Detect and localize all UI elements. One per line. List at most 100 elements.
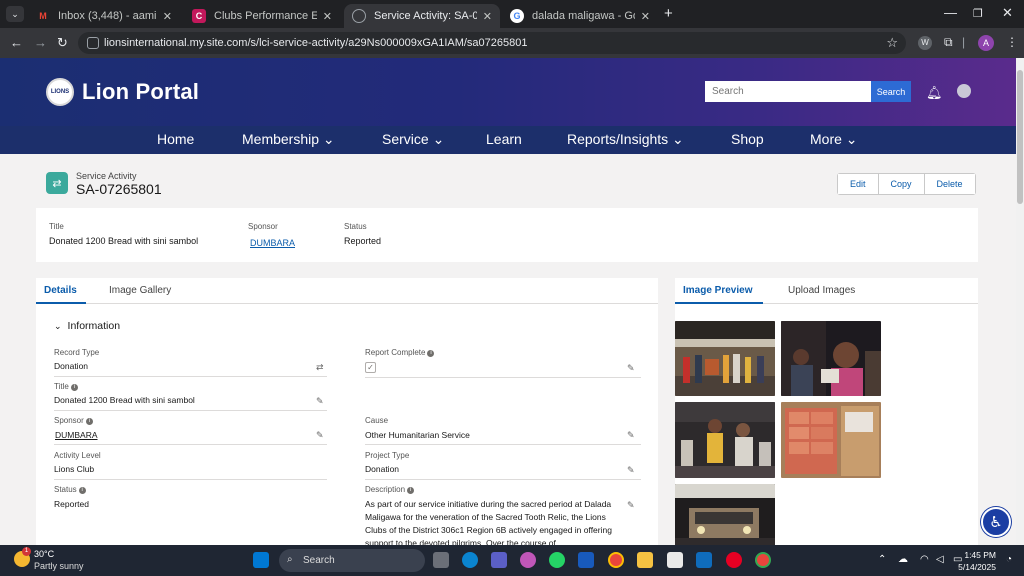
lion-portal-logo[interactable]: LIONS Lion Portal — [46, 78, 199, 106]
file-explorer-icon[interactable] — [637, 552, 653, 568]
bookmark-star-icon[interactable]: ☆ — [886, 35, 898, 51]
image-preview-card: Image Preview Upload Images — [675, 278, 978, 548]
tab-gmail[interactable]: M Inbox (3,448) - aamina.fazeel09 ✕ — [28, 4, 180, 28]
system-clock[interactable]: 1:45 PM 5/14/2025 — [936, 549, 996, 573]
tab-search-button[interactable]: ⌄ — [6, 6, 24, 22]
tab-clubs-performance[interactable]: C Clubs Performance Evaluation S ✕ — [184, 4, 340, 28]
close-window-icon[interactable]: ✕ — [1002, 5, 1013, 21]
service-activity-icon: ⇄ — [46, 172, 68, 194]
report-complete-checkbox[interactable]: ✓ — [365, 362, 376, 373]
onedrive-icon[interactable]: ☁ — [898, 554, 908, 565]
tab-upload-images[interactable]: Upload Images — [788, 285, 855, 296]
highlight-sponsor-link[interactable]: DUMBARA — [250, 238, 295, 248]
close-icon[interactable]: ✕ — [163, 10, 172, 23]
extension-w-icon[interactable]: W — [918, 36, 932, 50]
edit-pencil-icon[interactable]: ✎ — [627, 363, 635, 374]
teams-icon[interactable] — [491, 552, 507, 568]
windows-taskbar: 1 30°C Partly sunny ⌕ Search ⌃ ☁ ◠ ◁ ▭ 1… — [0, 545, 1024, 576]
divider — [365, 479, 641, 480]
notifications-bell-icon[interactable]: ◔ — [1006, 554, 1012, 565]
address-bar[interactable]: lionsinternational.my.site.com/s/lci-ser… — [78, 32, 906, 54]
divider — [365, 444, 641, 445]
details-card: Details Image Gallery ⌄ Information Recor… — [36, 278, 658, 548]
close-icon[interactable]: ✕ — [641, 10, 650, 23]
edit-pencil-icon[interactable]: ✎ — [627, 430, 635, 441]
nav-reports-insights[interactable]: Reports/Insights ⌄ — [567, 131, 684, 148]
portal-header: LIONS Lion Portal Search 🔔︎ — [0, 58, 1016, 126]
edit-button[interactable]: Edit — [838, 174, 879, 194]
wifi-icon[interactable]: ◠ — [920, 554, 929, 565]
activity-level-label: Activity Level — [54, 451, 101, 460]
gallery-image[interactable] — [675, 402, 775, 478]
copy-button[interactable]: Copy — [878, 174, 925, 194]
nav-membership[interactable]: Membership ⌄ — [242, 131, 335, 148]
active-tab-indicator — [36, 302, 86, 304]
restore-icon[interactable]: ❐ — [973, 7, 983, 20]
profile-avatar[interactable]: A — [978, 35, 994, 51]
site-info-icon[interactable] — [87, 37, 99, 49]
chrome-icon[interactable] — [608, 552, 624, 568]
portal-search-button[interactable]: Search — [871, 81, 911, 102]
taskbar-search[interactable]: ⌕ Search — [279, 549, 425, 572]
details-tab-row: Details Image Gallery — [36, 278, 658, 304]
description-value: As part of our service initiative during… — [365, 499, 612, 548]
new-tab-button[interactable]: + — [664, 5, 673, 22]
windows-start-icon[interactable] — [253, 552, 269, 568]
edit-pencil-icon[interactable]: ✎ — [316, 430, 324, 441]
nav-learn[interactable]: Learn — [486, 131, 522, 147]
change-record-type-icon[interactable]: ⇄ — [316, 362, 324, 373]
report-complete-label: Report Complete i — [365, 348, 435, 357]
section-header-information[interactable]: ⌄ Information — [54, 320, 120, 332]
delete-button[interactable]: Delete — [924, 174, 975, 194]
nav-shop[interactable]: Shop — [731, 131, 764, 147]
accessibility-icon[interactable]: ♿︎ — [981, 507, 1011, 537]
nav-more[interactable]: More ⌄ — [810, 131, 858, 148]
divider — [54, 376, 327, 377]
highlight-title-value: Donated 1200 Bread with sini sambol — [49, 236, 199, 246]
scrollbar-thumb[interactable] — [1017, 70, 1023, 204]
pinterest-icon[interactable] — [726, 552, 742, 568]
project-type-label: Project Type — [365, 451, 410, 460]
reload-icon[interactable]: ↻ — [57, 35, 68, 51]
close-icon[interactable]: ✕ — [323, 10, 332, 23]
copilot-icon[interactable] — [520, 552, 536, 568]
edit-pencil-icon[interactable]: ✎ — [627, 465, 635, 476]
gallery-image[interactable] — [781, 402, 881, 478]
tab-details[interactable]: Details — [44, 285, 77, 296]
tab-image-gallery[interactable]: Image Gallery — [109, 285, 171, 296]
notification-bell-icon[interactable]: 🔔︎ — [926, 85, 943, 101]
sponsor-link[interactable]: DUMBARA — [55, 430, 98, 440]
close-icon[interactable]: ✕ — [483, 10, 492, 23]
task-view-icon[interactable] — [433, 552, 449, 568]
outlook-icon[interactable] — [696, 552, 712, 568]
description-label: Description i — [365, 485, 415, 494]
gallery-image[interactable] — [781, 321, 881, 396]
gallery-image[interactable] — [675, 321, 775, 396]
nav-service[interactable]: Service ⌄ — [382, 131, 444, 148]
extensions-puzzle-icon[interactable]: ⧉ — [944, 35, 953, 50]
tab-service-activity[interactable]: Service Activity: SA-07265801 ✕ — [344, 4, 500, 28]
whatsapp-icon[interactable] — [549, 552, 565, 568]
user-avatar[interactable] — [957, 84, 971, 98]
word-icon[interactable] — [578, 552, 594, 568]
record-name: SA-07265801 — [76, 181, 162, 197]
chevron-up-icon[interactable]: ⌃ — [878, 554, 886, 565]
globe-icon — [352, 9, 366, 23]
clubs-icon: C — [192, 9, 206, 23]
edit-pencil-icon[interactable]: ✎ — [316, 396, 324, 407]
chrome-icon[interactable] — [755, 552, 771, 568]
browser-menu-icon[interactable]: ⋮ — [1006, 35, 1018, 49]
tab-image-preview[interactable]: Image Preview — [683, 285, 752, 296]
tab-google-search[interactable]: G dalada maligawa - Google Sear ✕ — [502, 4, 658, 28]
back-arrow-icon[interactable]: ← — [10, 35, 23, 50]
nav-home[interactable]: Home — [157, 131, 194, 147]
edge-icon[interactable] — [462, 552, 478, 568]
search-icon: ⌕ — [287, 554, 293, 565]
portal-search-input[interactable] — [705, 81, 871, 102]
gallery-image[interactable] — [675, 484, 775, 548]
edit-pencil-icon[interactable]: ✎ — [627, 500, 635, 511]
active-tab-indicator — [675, 302, 763, 304]
minimize-icon[interactable]: — — [944, 5, 957, 20]
store-icon[interactable] — [667, 552, 683, 568]
forward-arrow-icon[interactable]: → — [34, 35, 47, 50]
